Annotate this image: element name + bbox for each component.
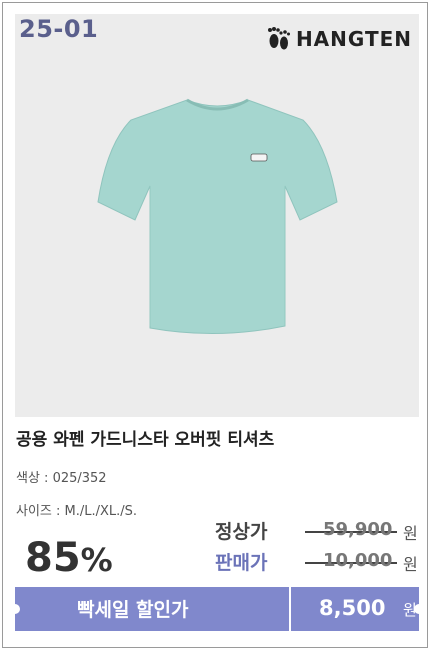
promo-label: 빡세일 할인가 — [77, 599, 189, 621]
regular-price-currency: 원 — [403, 524, 418, 543]
product-card[interactable]: 25-01 HANGTEN 공용 와펜 가드니스타 오버핏 티셔츠 색상 : 0… — [2, 2, 428, 648]
color-options: 색상 : 025/352 — [16, 471, 107, 486]
footprints-icon — [267, 27, 290, 50]
promo-price-bar[interactable]: 빡세일 할인가 8,500 원 — [10, 587, 424, 631]
product-image[interactable]: 25-01 HANGTEN — [15, 14, 419, 417]
promo-price: 8,500 — [319, 596, 386, 620]
bar-notch — [10, 604, 20, 614]
regular-price-label: 정상가 — [215, 521, 268, 543]
bar-divider — [289, 587, 291, 631]
promo-currency: 원 — [403, 601, 417, 619]
discount-rate: 85% — [25, 535, 113, 581]
tshirt-icon — [97, 98, 338, 334]
regular-price-value: 59,900 — [323, 519, 393, 540]
discount-value: 85 — [25, 535, 81, 581]
product-title[interactable]: 공용 와펜 가드니스타 오버핏 티셔츠 — [16, 425, 274, 450]
brand-name: HANGTEN — [295, 27, 412, 51]
sale-price-value: 10,000 — [323, 550, 393, 571]
sale-price-row: 판매가 10,000 원 — [215, 548, 425, 576]
size-options: 사이즈 : M./L./XL./S. — [16, 504, 138, 519]
sale-price-label: 판매가 — [215, 552, 268, 574]
brand-logo: HANGTEN — [266, 24, 412, 54]
sale-price-currency: 원 — [403, 555, 418, 574]
product-code-badge: 25-01 — [19, 15, 99, 43]
regular-price-row: 정상가 59,900 원 — [215, 517, 425, 545]
discount-unit: % — [80, 541, 113, 579]
